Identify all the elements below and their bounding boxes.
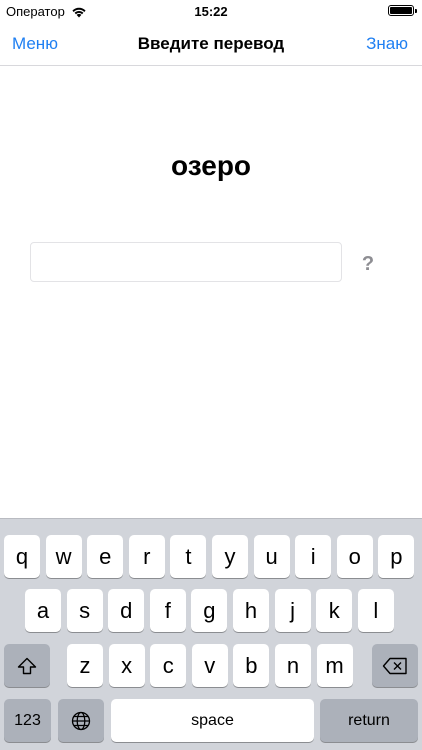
key-b[interactable]: b bbox=[233, 644, 270, 687]
key-x[interactable]: x bbox=[108, 644, 145, 687]
shift-icon bbox=[17, 657, 37, 674]
return-key[interactable]: return bbox=[320, 699, 418, 742]
space-key[interactable]: space bbox=[111, 699, 314, 742]
know-button[interactable]: Знаю bbox=[366, 34, 408, 54]
navigation-bar: Меню Введите перевод Знаю bbox=[0, 22, 422, 66]
key-n[interactable]: n bbox=[275, 644, 311, 687]
page-title: Введите перевод bbox=[137, 34, 285, 53]
quiz-word: озеро bbox=[170, 150, 252, 181]
translation-input[interactable] bbox=[30, 242, 342, 282]
key-c[interactable]: c bbox=[150, 644, 187, 687]
battery-icon bbox=[388, 5, 417, 16]
key-a[interactable]: a bbox=[25, 589, 61, 632]
key-h[interactable]: h bbox=[233, 589, 269, 632]
key-p[interactable]: p bbox=[378, 535, 415, 578]
status-time: 15:22 bbox=[194, 4, 228, 19]
hint-button[interactable]: ? bbox=[356, 252, 380, 276]
key-j[interactable]: j bbox=[274, 589, 311, 632]
key-e[interactable]: e bbox=[87, 535, 124, 578]
key-y[interactable]: y bbox=[212, 535, 248, 578]
status-bar: Оператор 15:22 bbox=[0, 0, 422, 22]
key-o[interactable]: o bbox=[336, 535, 373, 578]
key-d[interactable]: d bbox=[108, 589, 145, 632]
delete-key[interactable] bbox=[372, 644, 418, 687]
key-l[interactable]: l bbox=[357, 589, 394, 632]
globe-icon bbox=[71, 711, 91, 730]
shift-key[interactable] bbox=[4, 644, 50, 687]
key-z[interactable]: z bbox=[67, 644, 103, 687]
key-m[interactable]: m bbox=[316, 644, 353, 687]
key-f[interactable]: f bbox=[149, 589, 186, 632]
key-q[interactable]: q bbox=[4, 535, 40, 578]
key-k[interactable]: k bbox=[316, 589, 353, 632]
key-v[interactable]: v bbox=[191, 644, 228, 687]
key-s[interactable]: s bbox=[66, 589, 103, 632]
numbers-key[interactable]: 123 bbox=[4, 699, 51, 742]
key-g[interactable]: g bbox=[191, 589, 228, 632]
key-r[interactable]: r bbox=[128, 535, 165, 578]
globe-key[interactable] bbox=[58, 699, 104, 742]
keyboard: qwertyuiop asdfghjkl zxcvbnm 123 space r… bbox=[0, 518, 422, 750]
delete-icon bbox=[382, 657, 407, 674]
key-t[interactable]: t bbox=[170, 535, 207, 578]
key-w[interactable]: w bbox=[45, 535, 82, 578]
key-i[interactable]: i bbox=[295, 535, 332, 578]
key-u[interactable]: u bbox=[253, 535, 290, 578]
